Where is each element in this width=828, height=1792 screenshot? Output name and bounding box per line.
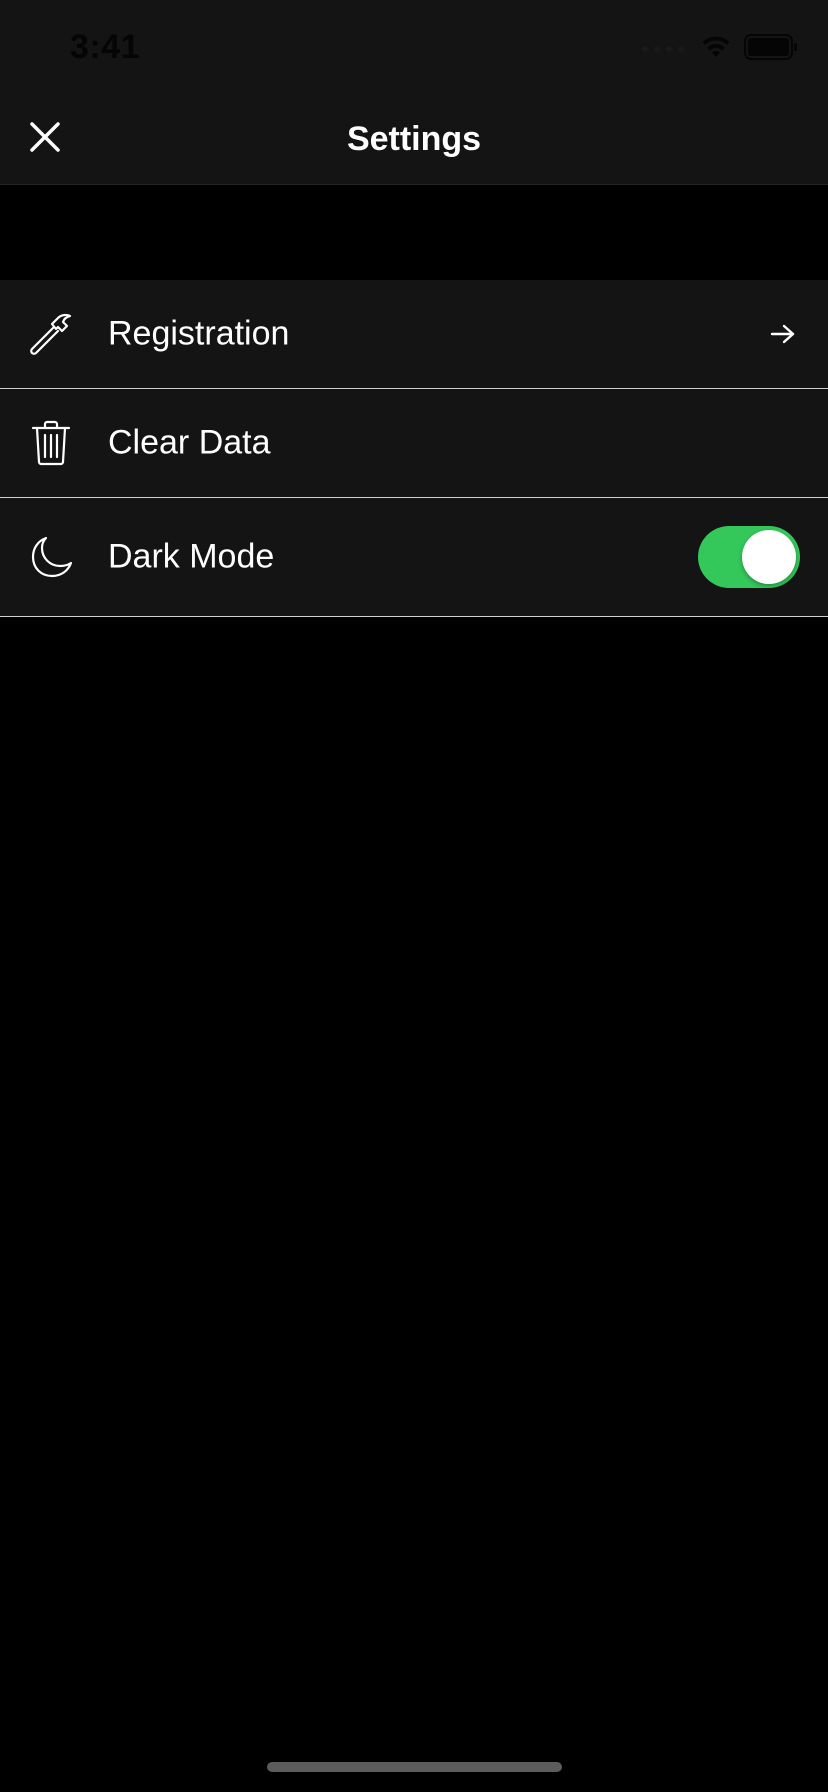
- page-title: Settings: [346, 120, 482, 158]
- moon-icon: [26, 532, 76, 582]
- status-icons: [642, 32, 798, 66]
- nav-bar: Settings: [0, 96, 828, 185]
- hammer-icon: [26, 309, 76, 359]
- settings-screen: 3:41 Settings Registration Clear Data Da…: [0, 0, 828, 1792]
- settings-list: Registration Clear Data Dark Mode: [0, 280, 828, 617]
- trash-icon: [26, 418, 76, 468]
- home-indicator[interactable]: [267, 1762, 562, 1772]
- status-time: 3:41: [70, 28, 141, 66]
- settings-item-dark-mode[interactable]: Dark Mode: [0, 498, 828, 617]
- settings-item-clear-data[interactable]: Clear Data: [0, 389, 828, 498]
- wifi-icon: [700, 35, 732, 64]
- settings-item-label: Clear Data: [108, 423, 271, 462]
- battery-icon: [744, 33, 798, 65]
- settings-item-label: Dark Mode: [108, 537, 275, 576]
- arrow-right-icon: [768, 319, 798, 349]
- settings-item-registration[interactable]: Registration: [0, 280, 828, 389]
- dark-mode-toggle[interactable]: [698, 526, 800, 588]
- settings-item-label: Registration: [108, 314, 290, 353]
- signal-icon: [642, 46, 684, 52]
- status-bar: 3:41: [0, 0, 828, 96]
- toggle-knob: [742, 530, 796, 584]
